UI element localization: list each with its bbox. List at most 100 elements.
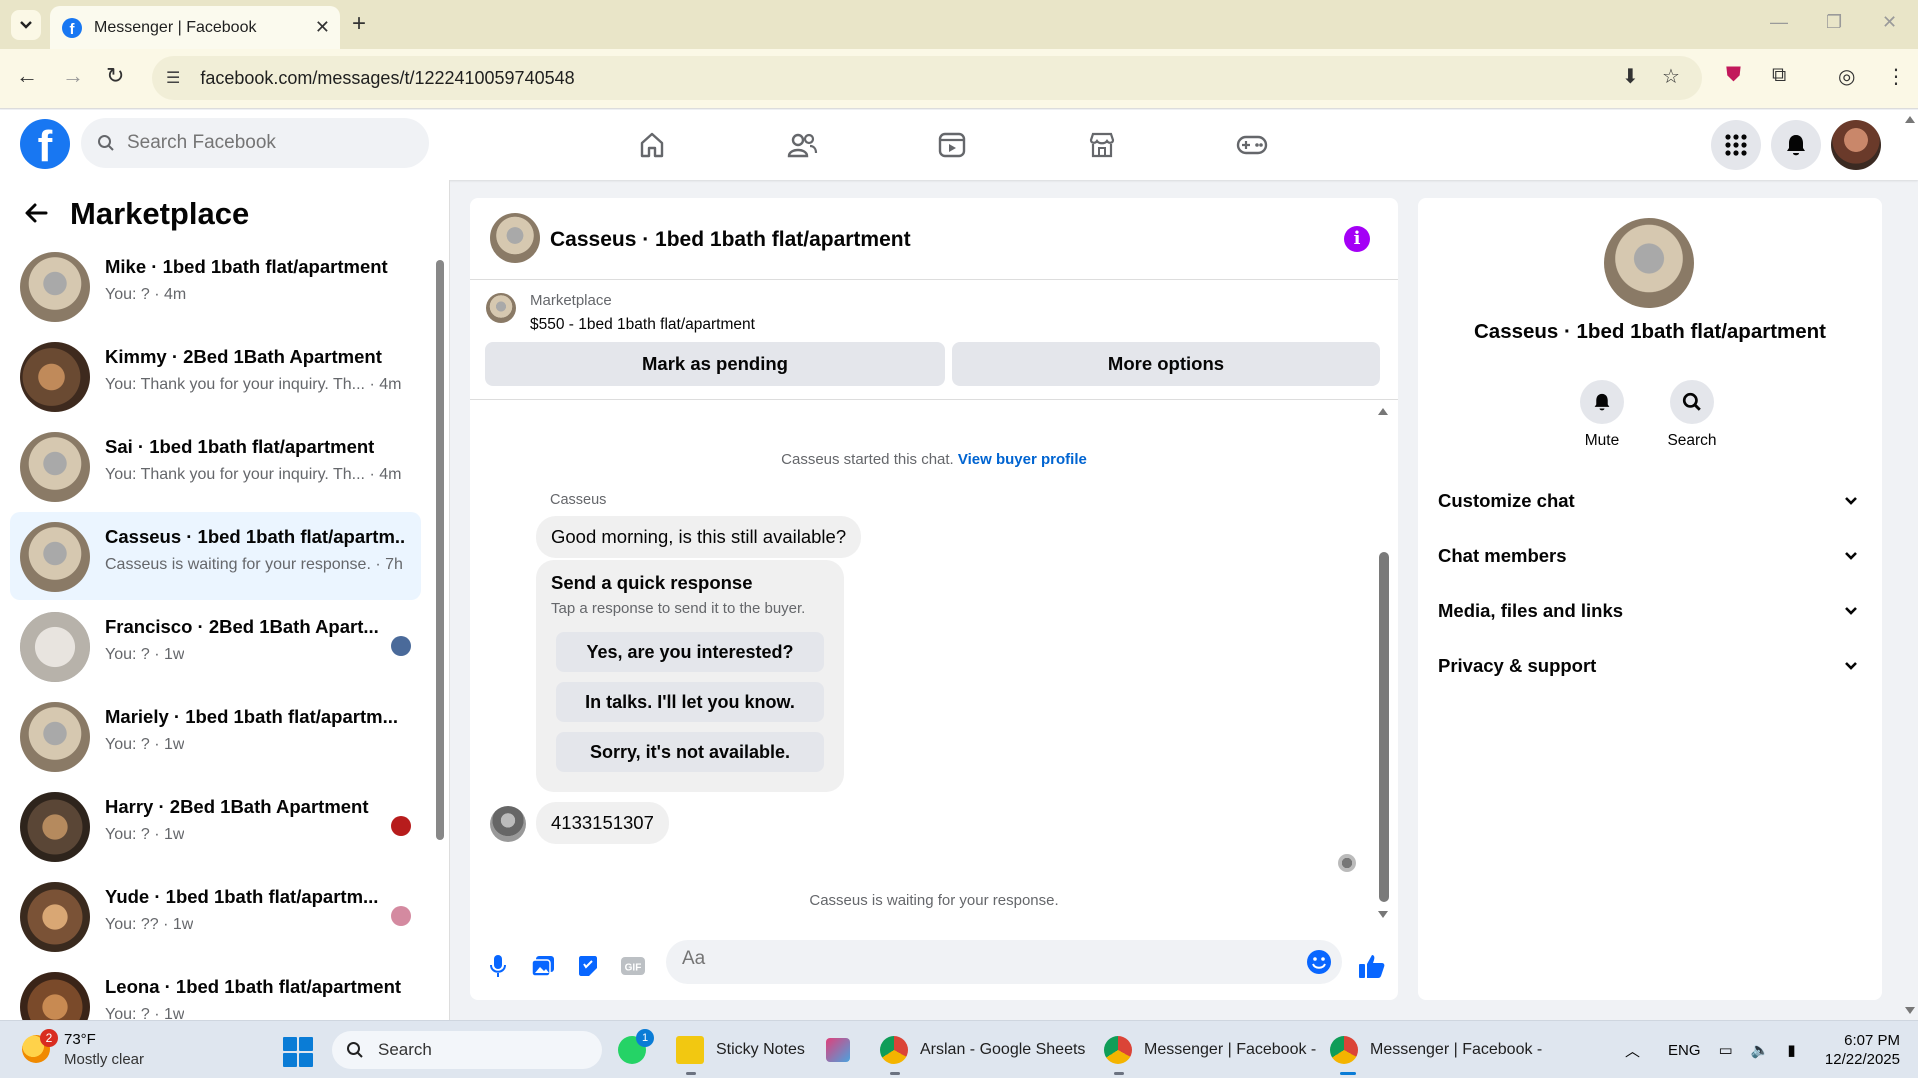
display-icon[interactable]: ▭ (1719, 1041, 1733, 1059)
customize-chat-section[interactable]: Customize chat (1438, 481, 1868, 521)
quick-response-option[interactable]: In talks. I'll let you know. (556, 682, 824, 722)
clock[interactable]: 6:07 PM 12/22/2025 (1814, 1031, 1900, 1069)
conversation-item[interactable]: Harry · 2Bed 1Bath Apartment You: ? · 1w (10, 782, 421, 870)
whatsapp-taskbar-app[interactable]: 1 (618, 1029, 658, 1069)
conversation-item[interactable]: Kimmy · 2Bed 1Bath Apartment You: Thank … (10, 332, 421, 420)
scrollbar-thumb[interactable] (436, 260, 444, 840)
weather-widget[interactable]: 2 73°F Mostly clear (22, 1029, 212, 1073)
conversation-item[interactable]: Mike · 1bed 1bath flat/apartment You: ? … (10, 242, 421, 330)
facebook-logo-icon[interactable]: f (20, 119, 70, 169)
chat-avatar[interactable] (490, 213, 540, 263)
conversation-name: Casseus · 1bed 1bath flat/apartm... (105, 526, 405, 547)
sticky-notes-taskbar-app[interactable]: Sticky Notes (676, 1031, 805, 1069)
like-thumbs-up-icon[interactable] (1354, 948, 1390, 984)
search-in-chat-button[interactable]: Search (1652, 380, 1732, 450)
privacy-support-section[interactable]: Privacy & support (1438, 646, 1868, 686)
snipping-tool-taskbar-app[interactable] (826, 1031, 862, 1069)
chat-scrollbar[interactable] (1376, 406, 1390, 918)
address-bar[interactable]: ☰ facebook.com/messages/t/12224100597405… (152, 56, 1702, 100)
message-bubble[interactable]: Good morning, is this still available? (536, 516, 862, 558)
facebook-search-input[interactable] (127, 132, 387, 154)
search-icon[interactable] (1670, 380, 1714, 424)
site-settings-icon[interactable]: ☰ (166, 68, 180, 88)
listing-thumbnail[interactable] (486, 293, 516, 323)
emoji-icon[interactable] (1306, 949, 1332, 975)
mark-as-pending-button[interactable]: Mark as pending (485, 342, 945, 386)
minimize-icon[interactable]: — (1770, 12, 1788, 33)
profile-icon[interactable]: ◎ (1838, 64, 1855, 89)
sticker-icon[interactable] (570, 948, 606, 984)
notifications-bell-icon[interactable] (1771, 120, 1821, 170)
quick-response-subtitle: Tap a response to send it to the buyer. (551, 600, 806, 617)
language-indicator[interactable]: ENG (1668, 1042, 1701, 1059)
scrollbar-thumb[interactable] (1379, 552, 1389, 902)
message-input[interactable] (682, 948, 1282, 970)
windows-start-icon[interactable] (283, 1037, 313, 1067)
volume-icon[interactable]: 🔈 (1751, 1041, 1770, 1059)
conversation-item[interactable]: Leona · 1bed 1bath flat/apartment You: ?… (10, 962, 421, 1020)
taskbar-search-label: Search (378, 1040, 432, 1059)
listing-thumbnail (20, 702, 90, 772)
reload-icon[interactable]: ↻ (106, 63, 124, 89)
ublock-extension-icon[interactable]: ⛊ (1726, 64, 1741, 87)
page-scroll-up-icon[interactable] (1904, 114, 1916, 124)
weather-badge: 2 (40, 1029, 58, 1047)
date: 12/22/2025 (1824, 1051, 1900, 1068)
chevron-down-icon (1845, 607, 1857, 615)
bookmark-star-icon[interactable]: ☆ (1662, 64, 1680, 89)
chrome-messenger-taskbar-app[interactable]: Messenger | Facebook - (1330, 1031, 1542, 1069)
chat-title[interactable]: Casseus · 1bed 1bath flat/apartment (550, 228, 911, 252)
restore-icon[interactable]: ❐ (1826, 12, 1842, 33)
menu-grid-icon[interactable] (1711, 120, 1761, 170)
tab-search-button[interactable] (11, 10, 41, 40)
photo-icon[interactable] (525, 948, 561, 984)
install-app-icon[interactable]: ⬇ (1622, 64, 1639, 89)
chat-window: Casseus · 1bed 1bath flat/apartment i Ma… (470, 198, 1398, 1000)
back-icon[interactable]: ← (16, 63, 38, 89)
gaming-icon[interactable] (1227, 122, 1277, 168)
quick-response-option[interactable]: Yes, are you interested? (556, 632, 824, 672)
listing-title[interactable]: $550 - 1bed 1bath flat/apartment (530, 316, 755, 334)
close-window-icon[interactable]: ✕ (1882, 12, 1897, 33)
conversation-item[interactable]: Mariely · 1bed 1bath flat/apartm... You:… (10, 692, 421, 780)
marketplace-icon[interactable] (1077, 122, 1127, 168)
sender-avatar[interactable] (490, 806, 526, 842)
info-icon[interactable]: i (1344, 226, 1370, 252)
home-icon[interactable] (627, 122, 677, 168)
conversation-item[interactable]: Yude · 1bed 1bath flat/apartm... You: ??… (10, 872, 421, 960)
microphone-icon[interactable] (480, 948, 516, 984)
forward-icon[interactable]: → (62, 63, 84, 89)
facebook-search[interactable] (81, 118, 429, 168)
account-avatar[interactable] (1831, 120, 1881, 170)
conversation-item[interactable]: Sai · 1bed 1bath flat/apartment You: Tha… (10, 422, 421, 510)
new-tab-icon[interactable]: + (352, 10, 366, 38)
taskbar-search[interactable]: Search (332, 1031, 602, 1069)
show-hidden-icons-icon[interactable]: ︿ (1625, 1040, 1640, 1061)
back-arrow-icon[interactable] (24, 202, 48, 224)
more-options-button[interactable]: More options (952, 342, 1380, 386)
view-buyer-profile-link[interactable]: View buyer profile (958, 451, 1087, 468)
menu-icon[interactable]: ⋮ (1886, 64, 1906, 89)
chrome-messenger-taskbar-app[interactable]: Messenger | Facebook - (1104, 1031, 1316, 1069)
details-avatar[interactable] (1604, 218, 1694, 308)
gif-icon[interactable]: GIF (615, 948, 651, 984)
message-composer: GIF (470, 936, 1398, 1000)
message-input-container[interactable] (666, 940, 1342, 984)
conversation-item-selected[interactable]: Casseus · 1bed 1bath flat/apartm... Cass… (10, 512, 421, 600)
media-files-links-section[interactable]: Media, files and links (1438, 591, 1868, 631)
conversation-item[interactable]: Francisco · 2Bed 1Bath Apart... You: ? ·… (10, 602, 421, 690)
conversation-list-scrollbar[interactable] (434, 240, 444, 1020)
quick-response-option[interactable]: Sorry, it's not available. (556, 732, 824, 772)
friends-icon[interactable] (777, 122, 827, 168)
chrome-sheets-taskbar-app[interactable]: Arslan - Google Sheets (880, 1031, 1085, 1069)
message-bubble[interactable]: 4133151307 (536, 802, 669, 844)
chat-members-section[interactable]: Chat members (1438, 536, 1868, 576)
bell-icon[interactable] (1580, 380, 1624, 424)
close-tab-icon[interactable]: ✕ (315, 17, 330, 38)
browser-tab-messenger[interactable]: f Messenger | Facebook ✕ (50, 6, 340, 49)
page-scroll-down-icon[interactable] (1904, 1006, 1916, 1016)
mute-button[interactable]: Mute (1562, 380, 1642, 450)
video-icon[interactable] (927, 122, 977, 168)
extensions-icon[interactable]: ⧉ (1772, 64, 1786, 87)
battery-icon[interactable]: ▮ (1787, 1041, 1795, 1059)
